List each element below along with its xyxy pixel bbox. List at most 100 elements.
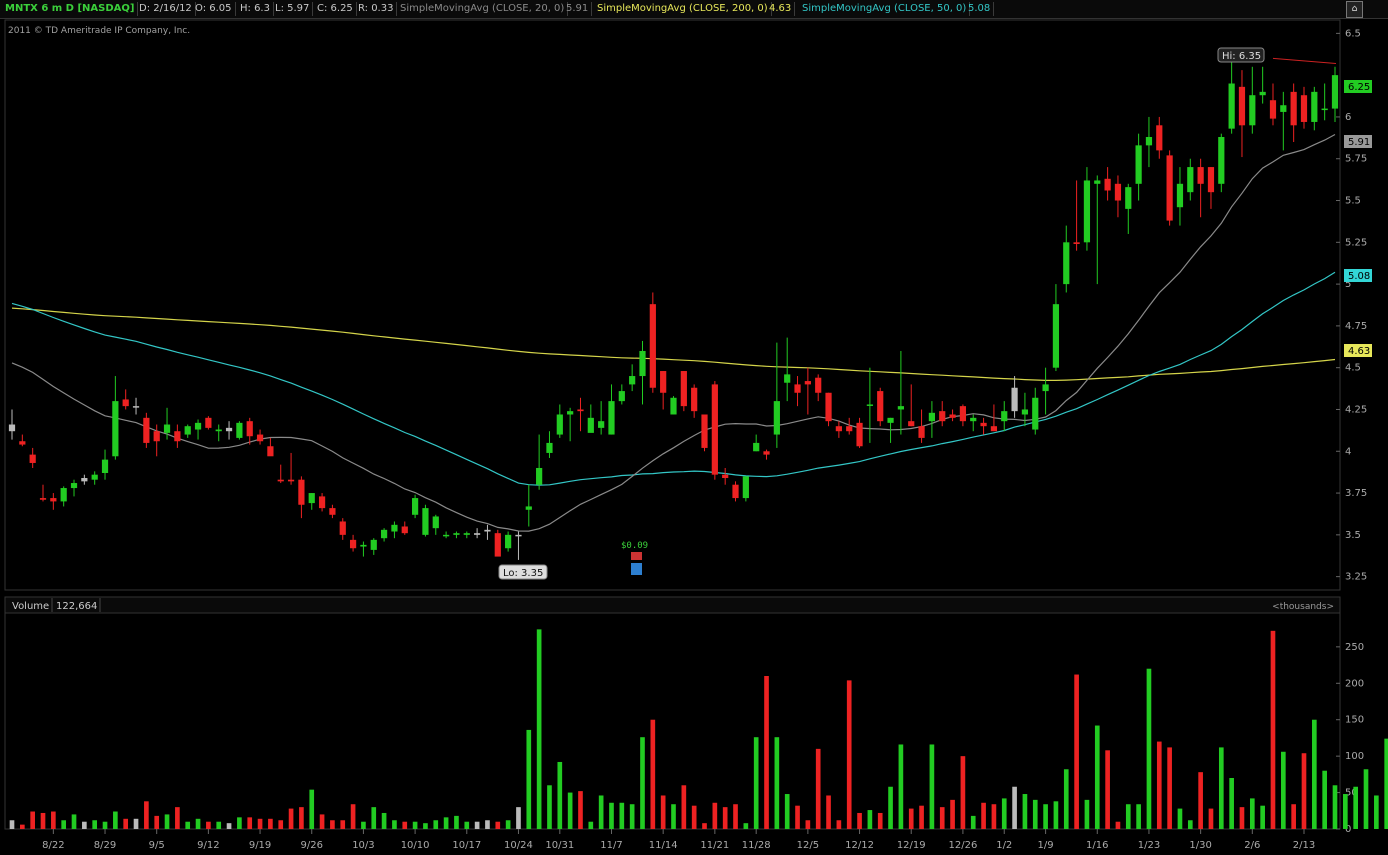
volume-bar xyxy=(1074,674,1079,829)
volume-tick-label: 250 xyxy=(1345,642,1364,653)
volume-bar xyxy=(795,805,800,829)
candle-body xyxy=(794,384,801,393)
candle-body xyxy=(918,426,925,438)
candle-body xyxy=(308,493,315,504)
volume-bar xyxy=(805,820,811,829)
date-tick-label: 10/17 xyxy=(452,840,481,851)
candle-body xyxy=(318,496,326,509)
volume-bar xyxy=(9,820,15,829)
candle-body xyxy=(1238,86,1246,126)
date-tick-label: 10/3 xyxy=(352,840,374,851)
volume-bar xyxy=(702,823,707,829)
date-tick-label: 10/10 xyxy=(401,840,430,851)
sma200-line xyxy=(11,307,1336,381)
candles-series xyxy=(8,58,1339,560)
candle-body xyxy=(50,498,57,502)
price-tick-label: 3.5 xyxy=(1345,530,1361,541)
candle-body xyxy=(670,397,677,415)
volume-bar xyxy=(206,821,211,829)
candle-body xyxy=(1042,384,1049,392)
volume-bar xyxy=(1260,805,1265,829)
price-tick-label: 4.25 xyxy=(1345,404,1367,415)
candle-body xyxy=(732,484,739,499)
candle-body xyxy=(722,474,729,479)
candle-body xyxy=(629,376,636,385)
volume-bar xyxy=(547,785,552,829)
candle-body xyxy=(1145,137,1153,146)
volume-bar xyxy=(857,812,862,829)
volume-bar xyxy=(867,810,873,829)
candle-body xyxy=(370,539,377,550)
volume-unit: <thousands> xyxy=(1272,602,1334,612)
volume-tick-label: 100 xyxy=(1345,751,1364,762)
volume-bar xyxy=(1125,804,1131,829)
sma50-tag: 5.08 xyxy=(1348,271,1370,282)
volume-bar xyxy=(888,786,893,829)
volume-bar xyxy=(1218,747,1224,829)
candle-body xyxy=(556,414,563,435)
candle-body xyxy=(877,391,884,422)
volume-bar xyxy=(381,812,387,829)
volume-bar xyxy=(764,676,769,829)
volume-bar xyxy=(877,812,883,829)
date-tick-label: 10/24 xyxy=(504,840,533,851)
volume-bar xyxy=(361,821,366,829)
candle-body xyxy=(618,391,625,402)
phone-icon[interactable] xyxy=(631,552,642,575)
candle-body xyxy=(1197,167,1204,184)
candle-body xyxy=(1063,242,1070,285)
volume-bar xyxy=(1270,630,1276,829)
candle-body xyxy=(277,479,284,482)
volume-bar xyxy=(629,804,635,829)
date-tick-label: 9/5 xyxy=(149,840,165,851)
candle-body xyxy=(29,454,36,463)
sma20-tag: 5.91 xyxy=(1348,137,1370,148)
date-tick-label: 2/13 xyxy=(1293,840,1315,851)
candle-body xyxy=(112,401,119,457)
date-tick-label: 2/6 xyxy=(1244,840,1260,851)
price-tick-label: 5.25 xyxy=(1345,237,1367,248)
volume-bar xyxy=(1280,751,1286,829)
date-tick-label: 11/7 xyxy=(600,840,622,851)
volume-bar xyxy=(1022,794,1028,829)
date-tick-label: 1/30 xyxy=(1189,840,1211,851)
date-tick-label: 12/5 xyxy=(797,840,819,851)
candle-body xyxy=(846,426,853,432)
volume-bar xyxy=(164,814,170,829)
candle-body xyxy=(443,534,450,537)
candle-body xyxy=(70,483,78,489)
candle-body xyxy=(1052,304,1060,368)
candle-body xyxy=(380,529,388,539)
candle-body xyxy=(205,417,212,428)
price-tick-label: 6 xyxy=(1345,112,1351,123)
volume-bar xyxy=(1353,786,1358,829)
volume-bar xyxy=(1198,772,1203,829)
volume-bar xyxy=(1363,769,1369,829)
volume-panel-frame xyxy=(4,596,1341,830)
volume-bar xyxy=(319,814,325,829)
volume-series xyxy=(9,629,1388,829)
candle-body xyxy=(463,533,470,535)
volume-bar xyxy=(330,820,335,829)
price-panel-frame xyxy=(4,19,1341,591)
volume-bar xyxy=(619,802,625,829)
dividend-label: $0.09 xyxy=(621,541,648,551)
volume-bar xyxy=(247,817,253,829)
volume-bar xyxy=(784,794,790,829)
candle-body xyxy=(101,459,109,473)
volume-bar xyxy=(1301,753,1307,829)
volume-bar xyxy=(733,804,738,829)
candle-body xyxy=(453,533,460,535)
candle-body xyxy=(970,417,977,422)
candle-body xyxy=(194,422,202,430)
volume-bar xyxy=(443,817,449,829)
volume-bar xyxy=(526,729,532,829)
candle-body xyxy=(163,424,171,433)
volume-bar xyxy=(299,807,304,829)
candle-body xyxy=(1094,180,1101,184)
volume-bar xyxy=(1177,808,1183,829)
volume-bar xyxy=(836,820,842,829)
volume-bar xyxy=(61,820,67,829)
candle-body xyxy=(484,529,491,532)
volume-bar xyxy=(991,804,997,829)
